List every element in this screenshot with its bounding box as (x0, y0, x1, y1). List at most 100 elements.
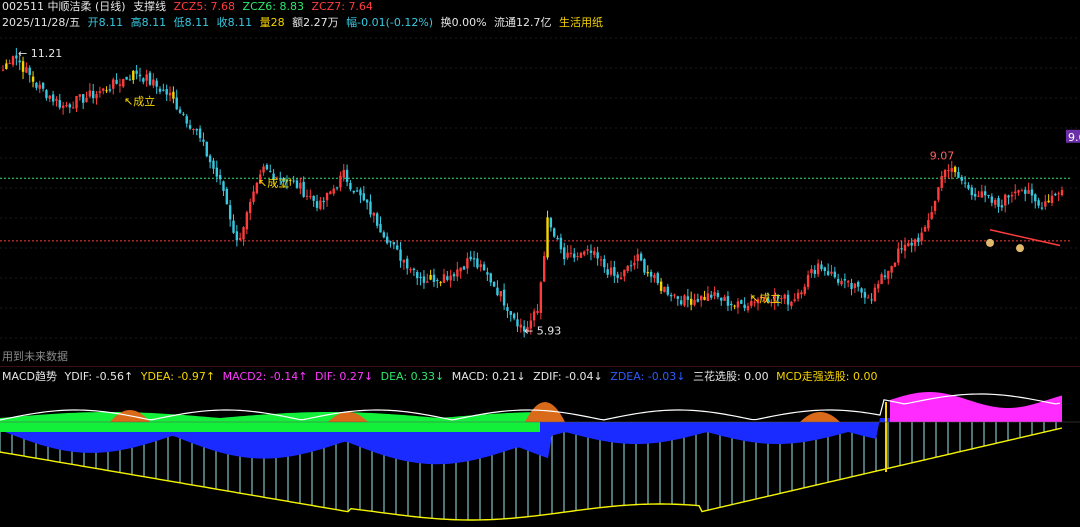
candle-body (813, 269, 816, 274)
candle-body (1037, 200, 1040, 206)
candle-body (806, 275, 810, 288)
money-bag-icon (1016, 244, 1024, 253)
zcz7-value: ZCZ7: 7.64 (311, 0, 373, 13)
candle-body (950, 168, 953, 172)
candle-body (963, 182, 967, 184)
candle-body (55, 99, 58, 101)
zdea-value: ZDEA: -0.03↓ (610, 370, 686, 383)
candle-body (108, 89, 112, 91)
candle-body (639, 253, 643, 261)
candle-body (125, 76, 128, 80)
candle-body (309, 196, 312, 198)
macd-chart[interactable] (0, 386, 1080, 527)
signal-label-1: ↖成立 (124, 94, 155, 108)
macd-orange-peak (800, 412, 840, 422)
stock-code-name: 002511 中顺洁柔 (日线) (2, 0, 126, 13)
candle-body (152, 79, 155, 86)
candle-body (623, 269, 626, 277)
candle-body (679, 300, 683, 305)
candle-body (887, 270, 890, 279)
macd-value: MACD: 0.21↓ (451, 370, 526, 383)
candle-body (135, 70, 138, 74)
panel-divider (0, 366, 1080, 367)
candle-body (816, 263, 820, 275)
candle-body (399, 249, 402, 261)
candle-body (489, 273, 492, 283)
candle-body (58, 100, 61, 108)
candle-body (840, 280, 843, 285)
candle-body (345, 169, 349, 182)
candle-body (649, 271, 653, 277)
candle-body (75, 95, 78, 109)
candle-body (1, 69, 5, 71)
candle-body (980, 191, 984, 198)
candle-body (860, 288, 863, 293)
change: 幅-0.01(-0.12%) (346, 16, 434, 29)
candlestick-chart[interactable]: ← 11.21 ← 5.93 9.07 ↖成立 ↖成立 ↖成立 9.6 (0, 30, 1080, 360)
candle-body (850, 283, 853, 289)
candle-body (155, 80, 158, 87)
candle-body (706, 293, 710, 302)
candle-body (245, 212, 249, 230)
candle-body (175, 97, 178, 110)
candle-body (349, 182, 352, 190)
candle-body (609, 267, 613, 275)
candle-body (202, 139, 205, 142)
candle-body (325, 192, 329, 201)
candle-body (342, 170, 345, 178)
candle-body (375, 213, 379, 226)
candle-body (857, 281, 860, 287)
candle-body (703, 296, 706, 300)
macd-title: MACD趋势 (2, 370, 57, 383)
candle-body (596, 252, 599, 259)
candle-body (940, 176, 943, 188)
candle-body (335, 187, 339, 189)
candle-body (112, 79, 115, 89)
mcd-value: MCD走强选股: 0.00 (776, 370, 878, 383)
candle-body (412, 268, 416, 270)
candle-body (970, 187, 974, 196)
candle-body (41, 82, 45, 89)
candle-body (476, 258, 479, 268)
candle-body (269, 171, 272, 173)
candle-body (967, 184, 970, 189)
signal-label-2: ↖成立 (258, 175, 289, 189)
open-price: 开8.11 (87, 16, 124, 29)
candle-body (409, 269, 412, 271)
candle-body (436, 279, 439, 281)
candle-body (426, 281, 429, 283)
concept-tag[interactable]: 生活用纸 (559, 16, 603, 29)
candle-body (295, 180, 299, 188)
high-price-label: ← 11.21 (18, 47, 62, 60)
candle-body (576, 256, 579, 258)
candle-body (720, 297, 723, 301)
candle-body (1007, 195, 1010, 198)
candle-body (629, 265, 633, 267)
candle-body (539, 282, 543, 313)
candle-body (890, 266, 893, 273)
candle-body (205, 141, 208, 157)
candle-body (78, 94, 82, 97)
candle-body (359, 189, 362, 196)
candle-body (973, 194, 977, 197)
candle-body (319, 200, 322, 209)
candle-body (68, 104, 72, 108)
candle-body (85, 97, 88, 102)
candle-body (556, 237, 559, 240)
candle-body (496, 287, 499, 296)
candle-body (28, 67, 31, 76)
candle-body (449, 275, 452, 281)
candle-body (98, 91, 102, 93)
candle-body (429, 275, 432, 280)
dif-value: DIF: 0.27↓ (315, 370, 374, 383)
candle-body (683, 295, 686, 306)
candle-body (930, 212, 933, 219)
candle-body (740, 300, 743, 304)
candle-body (168, 92, 172, 96)
candle-body (599, 259, 603, 261)
candle-body (803, 286, 806, 294)
high-price: 高8.11 (130, 16, 167, 29)
candle-body (619, 277, 623, 280)
candle-body (1027, 190, 1030, 194)
candle-body (730, 303, 733, 306)
